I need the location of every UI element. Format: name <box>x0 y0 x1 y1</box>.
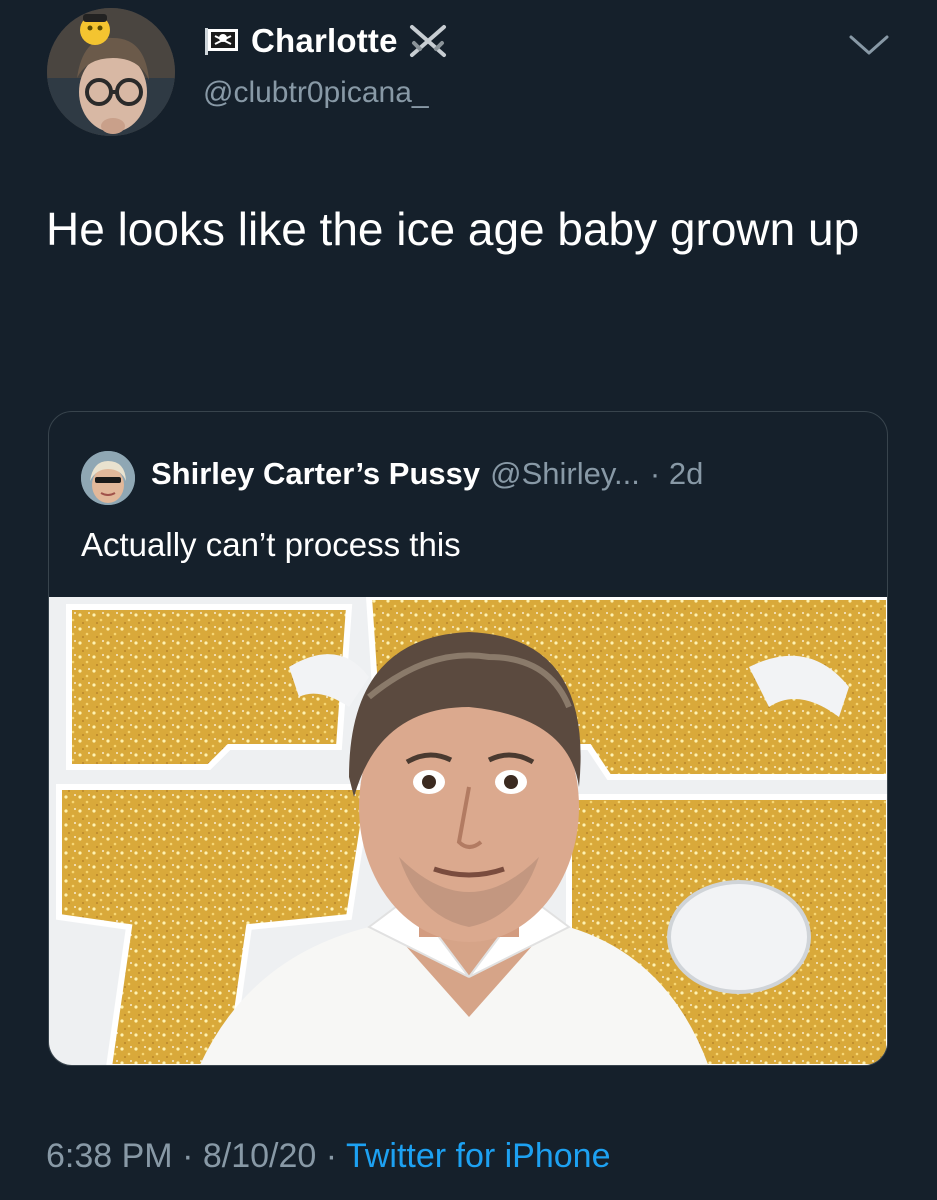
author-avatar[interactable] <box>47 8 175 136</box>
tweet-date[interactable]: 8/10/20 <box>203 1137 316 1175</box>
tweet-metadata: 6:38 PM · 8/10/20 · Twitter for iPhone <box>46 1137 611 1176</box>
quoted-tweet-text: Actually can’t process this <box>81 526 461 563</box>
meta-separator: · <box>325 1137 338 1175</box>
quoted-avatar-image <box>81 451 135 505</box>
meta-separator: · <box>182 1137 194 1175</box>
author-display-name[interactable]: Charlotte <box>203 22 450 60</box>
quoted-tweet-age: · 2d <box>649 456 704 491</box>
author-name-text: Charlotte <box>251 22 398 59</box>
quoted-photo-image <box>49 597 887 1065</box>
quoted-tweet-card[interactable]: Shirley Carter’s Pussy @Shirley... · 2d … <box>48 411 888 1066</box>
quoted-author-avatar <box>81 451 135 505</box>
author-avatar-image <box>47 8 175 136</box>
chevron-down-icon[interactable] <box>848 34 890 56</box>
quoted-tweet-header: Shirley Carter’s Pussy @Shirley... · 2d <box>151 456 703 492</box>
tweet-source-link[interactable]: Twitter for iPhone <box>346 1137 611 1175</box>
tweet-text: He looks like the ice age baby grown up <box>46 203 860 255</box>
quoted-author-handle[interactable]: @Shirley... <box>490 456 640 492</box>
quoted-tweet-photo[interactable] <box>49 597 887 1065</box>
crossed-swords-icon <box>406 23 450 59</box>
author-handle[interactable]: @clubtr0picana_ <box>203 76 429 110</box>
pirate-flag-icon <box>203 26 243 56</box>
quoted-author-name[interactable]: Shirley Carter’s Pussy <box>151 456 480 492</box>
tweet-time: 6:38 PM <box>46 1137 173 1175</box>
